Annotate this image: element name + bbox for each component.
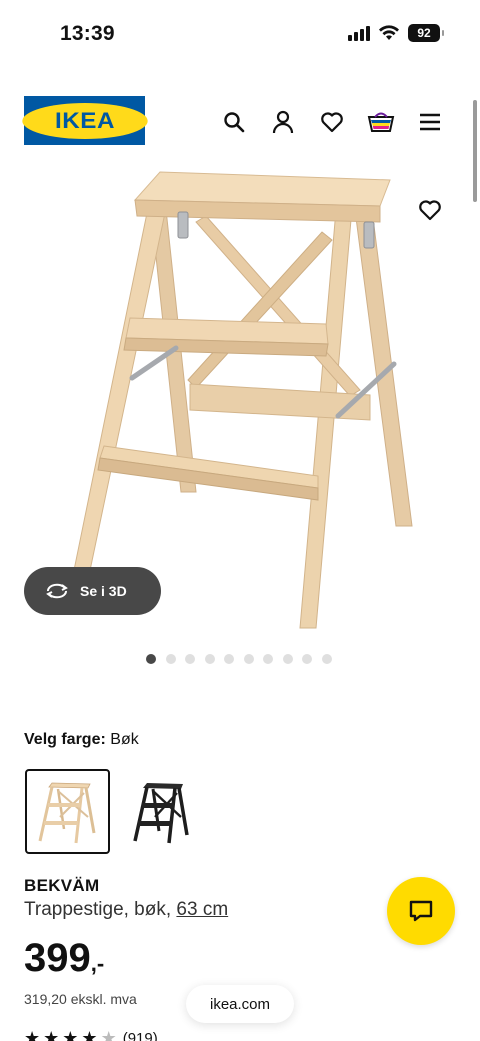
color-selector-label: Velg farge: Bøk (24, 731, 139, 749)
price-suffix: ,- (90, 951, 105, 976)
beech-ladder-thumbnail (38, 782, 95, 843)
logo-text: IKEA (21, 102, 148, 139)
header-actions (220, 108, 444, 136)
half-star-icon: ★ (100, 1028, 117, 1041)
pagination-dot[interactable] (165, 654, 176, 664)
pagination-dot[interactable] (243, 654, 254, 664)
pagination-dot[interactable] (302, 654, 312, 664)
battery-icon: 92 (408, 24, 444, 42)
chat-button[interactable] (387, 877, 455, 945)
cart-icon[interactable] (367, 108, 395, 136)
account-icon[interactable] (269, 108, 297, 136)
star-icon: ★ (81, 1028, 98, 1041)
view-in-3d-label: Se i 3D (80, 583, 127, 599)
product-price: 399 ,- (24, 938, 104, 978)
ikea-logo[interactable]: IKEA (21, 96, 148, 145)
signal-icon (348, 25, 370, 41)
wishlist-heart-icon[interactable] (416, 196, 444, 224)
chat-icon (409, 900, 433, 922)
color-label-title: Velg farge: (24, 731, 106, 748)
site-header: IKEA (0, 96, 480, 146)
star-icon: ★ (43, 1028, 60, 1041)
pagination-dot[interactable] (146, 654, 156, 664)
wifi-icon (379, 25, 399, 40)
rating-stars-icon: ★ ★ ★ ★ ★ (24, 1028, 117, 1041)
view-in-3d-button[interactable]: Se i 3D (24, 567, 161, 615)
pagination-dot[interactable] (263, 654, 273, 664)
status-bar: 13:39 92 (0, 0, 480, 72)
selected-color-value: Bøk (110, 731, 139, 748)
star-icon: ★ (24, 1028, 41, 1041)
swatch-beech[interactable] (25, 769, 110, 854)
status-time: 13:39 (60, 22, 115, 45)
browser-url-bar[interactable]: ikea.com (186, 985, 294, 1023)
image-pagination (146, 654, 332, 664)
pagination-dot[interactable] (282, 654, 293, 664)
price-ex-vat: 319,20 ekskl. mva (24, 991, 137, 1007)
pagination-dot[interactable] (204, 654, 215, 664)
pagination-dot[interactable] (224, 654, 234, 664)
menu-icon[interactable] (416, 108, 444, 136)
heart-icon[interactable] (318, 108, 346, 136)
swatch-black[interactable] (118, 769, 203, 854)
star-icon: ★ (62, 1028, 79, 1041)
product-description: Trappestige, bøk, 63 cm (24, 899, 228, 921)
price-main: 399 (24, 936, 91, 980)
browser-url: ikea.com (209, 995, 271, 1013)
product-name: BEKVÄM (24, 876, 100, 895)
rating-count: (919) (122, 1030, 158, 1041)
rotate-3d-icon (46, 583, 68, 599)
status-icons: 92 (348, 24, 444, 42)
black-ladder-thumbnail (132, 782, 189, 843)
product-size-link[interactable]: 63 cm (176, 899, 228, 920)
battery-level: 92 (417, 26, 431, 40)
pagination-dot[interactable] (321, 654, 332, 664)
product-rating[interactable]: ★ ★ ★ ★ ★ (919) (24, 1028, 158, 1041)
search-icon[interactable] (220, 108, 248, 136)
product-type: Trappestige, bøk, (24, 899, 172, 920)
pagination-dot[interactable] (185, 654, 195, 664)
